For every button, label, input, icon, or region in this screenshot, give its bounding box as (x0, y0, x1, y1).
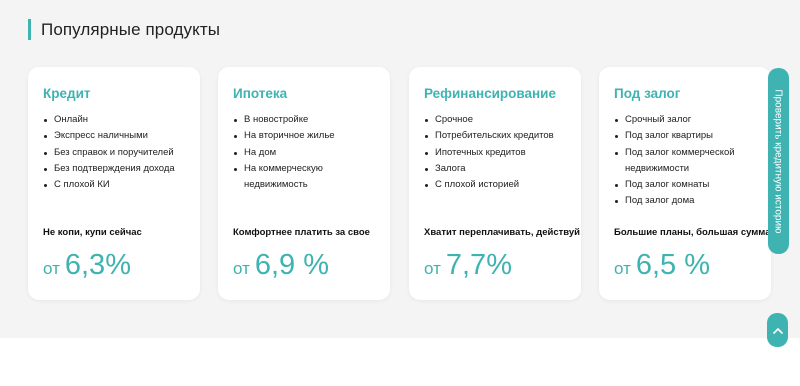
scroll-to-top-button[interactable] (767, 313, 788, 347)
rate-value: 7,7% (445, 249, 512, 281)
rate-prefix: от (233, 259, 250, 278)
list-item: С плохой историей (424, 177, 554, 193)
list-item: Под залог коммерческой (614, 145, 735, 161)
card-tagline: Хватит переплачивать, действуй (424, 227, 580, 238)
rate-prefix: от (424, 259, 441, 278)
list-item: Залога (424, 161, 554, 177)
card-rate: от 7,7% (424, 249, 512, 282)
card-title[interactable]: Рефинансирование (424, 86, 556, 101)
check-credit-history-tab[interactable]: Проверить кредитную историю (768, 68, 789, 254)
section-title: Популярные продукты (41, 19, 221, 39)
list-item: Экспресс наличными (43, 128, 175, 144)
card-features-list: Срочное Потребительских кредитов Ипотечн… (424, 112, 554, 193)
next-section-band (0, 338, 800, 386)
side-tab-label: Проверить кредитную историю (773, 88, 785, 234)
list-item: Под залог квартиры (614, 128, 735, 144)
chevron-up-icon (772, 327, 783, 334)
title-accent-bar (28, 19, 31, 40)
rate-value: 6,3% (64, 249, 131, 281)
list-item: Ипотечных кредитов (424, 145, 554, 161)
list-item: На дом (233, 145, 335, 161)
list-item: С плохой КИ (43, 177, 175, 193)
card-tagline: Большие планы, большая сумма (614, 227, 771, 238)
card-features-list: Срочный залог Под залог квартиры Под зал… (614, 112, 735, 210)
list-item: Онлайн (43, 112, 175, 128)
card-rate: от 6,9 % (233, 249, 329, 282)
list-item: недвижимость (244, 179, 308, 191)
rate-prefix: от (43, 259, 60, 278)
card-features-list: В новостройке На вторичное жилье На дом … (233, 112, 335, 193)
rate-value: 6,9 % (254, 249, 330, 281)
card-rate: от 6,5 % (614, 249, 710, 282)
product-card-refinancing[interactable]: Рефинансирование Срочное Потребительских… (409, 67, 581, 300)
card-tagline: Комфортнее платить за свое (233, 227, 370, 238)
list-item: На коммерческую (233, 161, 335, 177)
list-item: Без справок и поручителей (43, 145, 175, 161)
card-features-list: Онлайн Экспресс наличными Без справок и … (43, 112, 175, 193)
card-title[interactable]: Кредит (43, 86, 90, 101)
card-title[interactable]: Под залог (614, 86, 680, 101)
list-item: Потребительских кредитов (424, 128, 554, 144)
list-item: Под залог дома (614, 193, 735, 209)
product-card-credit[interactable]: Кредит Онлайн Экспресс наличными Без спр… (28, 67, 200, 300)
card-rate: от 6,3% (43, 249, 131, 282)
section-header: Популярные продукты (28, 19, 220, 40)
rate-value: 6,5 % (635, 249, 711, 281)
product-card-mortgage[interactable]: Ипотека В новостройке На вторичное жилье… (218, 67, 390, 300)
card-tagline: Не копи, купи сейчас (43, 227, 142, 238)
list-item: Под залог комнаты (614, 177, 735, 193)
list-item: Срочный залог (614, 112, 735, 128)
list-item: недвижимости (625, 162, 690, 174)
rate-prefix: от (614, 259, 631, 278)
list-item: Без подтверждения дохода (43, 161, 175, 177)
card-title[interactable]: Ипотека (233, 86, 287, 101)
product-card-secured-loan[interactable]: Под залог Срочный залог Под залог кварти… (599, 67, 771, 300)
list-item: В новостройке (233, 112, 335, 128)
list-item: На вторичное жилье (233, 128, 335, 144)
list-item: Срочное (424, 112, 554, 128)
